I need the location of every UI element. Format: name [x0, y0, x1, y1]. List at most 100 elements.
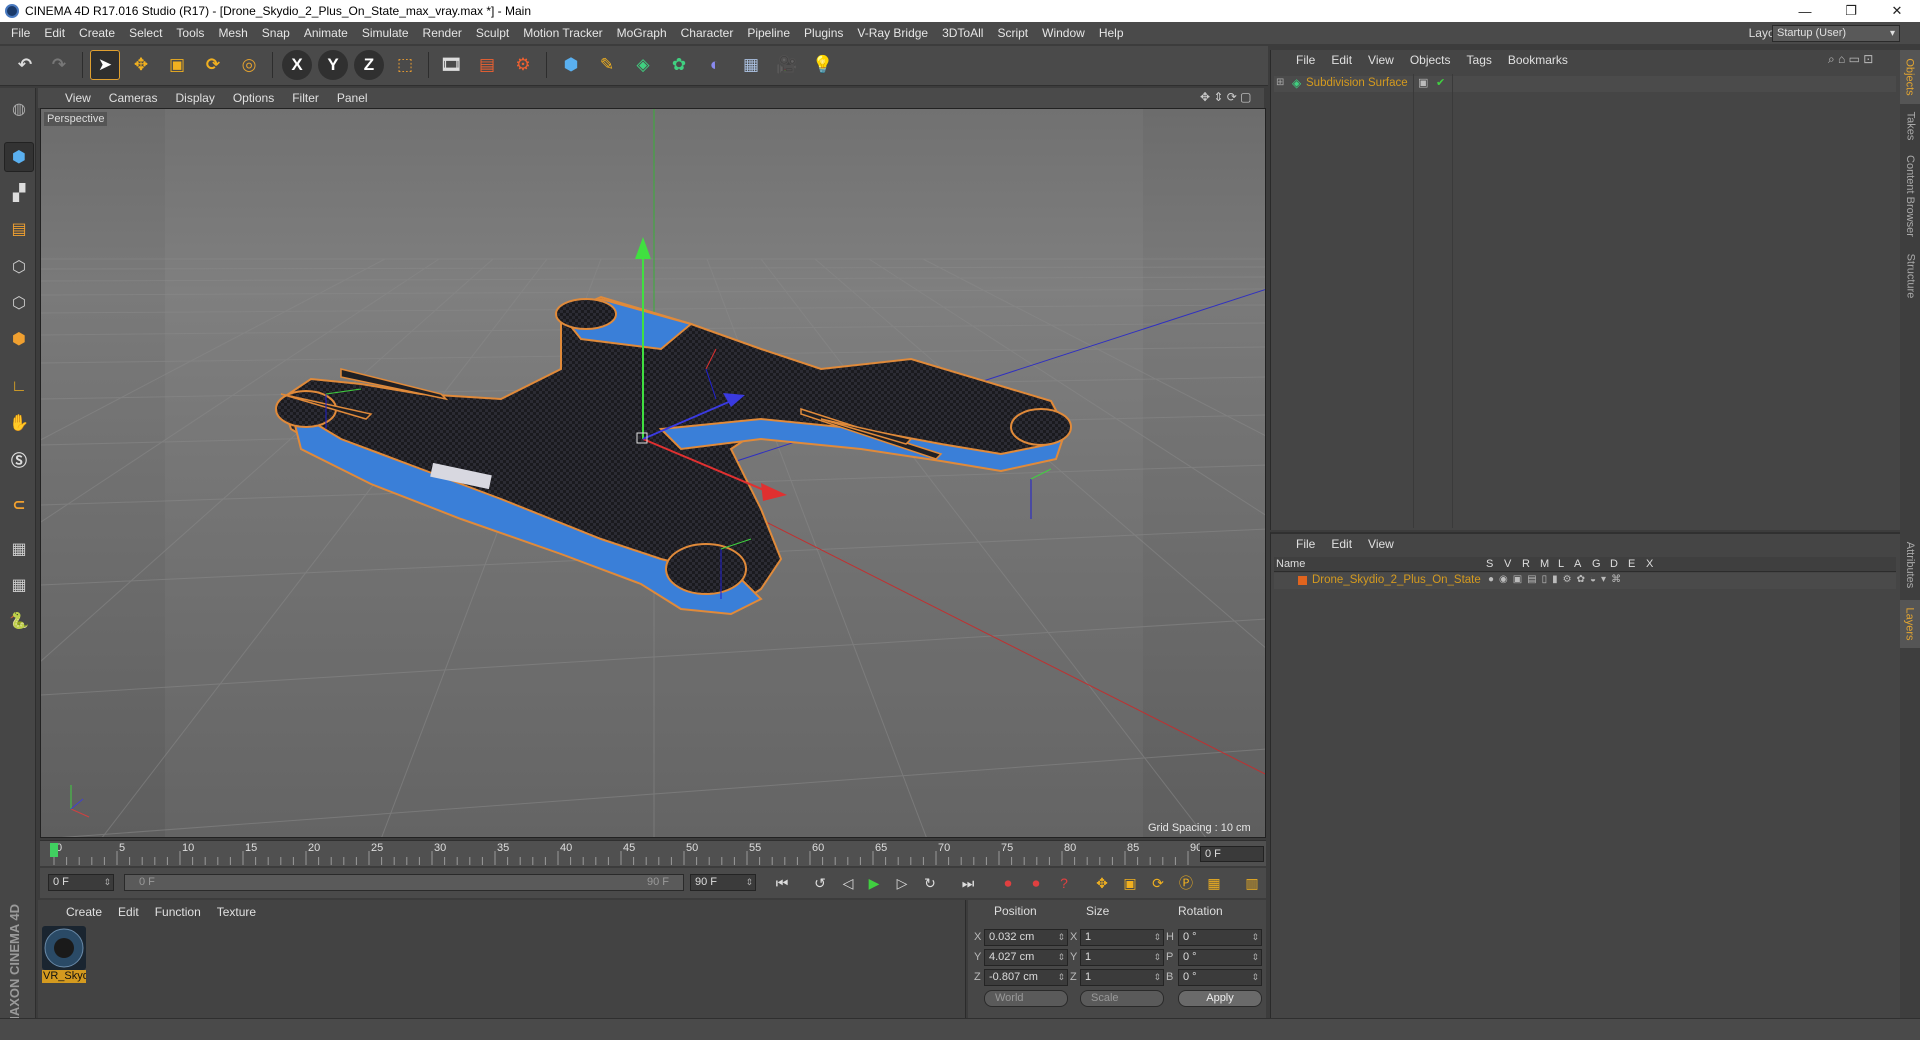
- pos-x-field[interactable]: 0.032 cm: [984, 929, 1068, 946]
- menu-3dtoall[interactable]: 3DToAll: [935, 26, 990, 40]
- close-button[interactable]: ✕: [1874, 0, 1920, 22]
- cube-icon[interactable]: ⬢: [556, 50, 586, 80]
- previous-frame-icon[interactable]: ◁: [836, 872, 860, 894]
- go-to-end-icon[interactable]: ⏭: [956, 872, 980, 894]
- cloner-icon[interactable]: ✿: [664, 50, 694, 80]
- python-icon[interactable]: 🐍: [4, 606, 34, 636]
- tweak-mode-icon[interactable]: ✋: [4, 408, 34, 438]
- menu-snap[interactable]: Snap: [255, 26, 297, 40]
- object-menu-objects[interactable]: Objects: [1402, 53, 1459, 67]
- x-axis-icon[interactable]: X: [282, 50, 312, 80]
- pos-y-field[interactable]: 4.027 cm: [984, 949, 1068, 966]
- floor-icon[interactable]: ▦: [736, 50, 766, 80]
- menu-help[interactable]: Help: [1092, 26, 1131, 40]
- tab-takes[interactable]: Takes: [1900, 106, 1920, 146]
- menu-file[interactable]: File: [4, 26, 37, 40]
- position-key-icon[interactable]: ✥: [1090, 872, 1114, 894]
- timeline-ruler[interactable]: 0 5 10 15 20 25 30 35 40 45 50 55 60 65 70 75 80 85 90: [40, 840, 1266, 866]
- render-picture-viewer-icon[interactable]: ▤: [472, 50, 502, 80]
- pen-icon[interactable]: ✎: [592, 50, 622, 80]
- autokey-icon[interactable]: ⏺: [1024, 872, 1048, 894]
- render-settings-icon[interactable]: ⚙: [508, 50, 538, 80]
- layer-toggle-icons[interactable]: ●◉▣▤▯▮⚙✿◒▾⌘: [1488, 574, 1626, 585]
- tab-objects[interactable]: Objects: [1900, 50, 1920, 104]
- playhead[interactable]: [50, 843, 58, 857]
- axis-mode-icon[interactable]: ∟: [4, 372, 34, 402]
- keyframe-selection-icon[interactable]: ?: [1052, 872, 1076, 894]
- object-menu-tags[interactable]: Tags: [1459, 53, 1500, 67]
- redo-icon[interactable]: ↷: [44, 50, 74, 80]
- material-menu-create[interactable]: Create: [58, 905, 110, 919]
- polygons-mode-icon[interactable]: ⬢: [4, 324, 34, 354]
- viewport-menu-view[interactable]: View: [56, 91, 100, 105]
- rot-b-field[interactable]: 0 °: [1178, 969, 1262, 986]
- material-name-label[interactable]: VR_Skyd: [42, 970, 86, 983]
- rotation-key-icon[interactable]: ⟳: [1146, 872, 1170, 894]
- viewport-nav-icons[interactable]: ✥ ⇕ ⟳ ▢: [1200, 90, 1252, 104]
- material-menu-edit[interactable]: Edit: [110, 905, 147, 919]
- expand-icon[interactable]: ⊞: [1276, 77, 1284, 88]
- visibility-toggle-icon[interactable]: ▣: [1418, 76, 1428, 89]
- workplane-icon[interactable]: ▤: [4, 214, 34, 244]
- menu-simulate[interactable]: Simulate: [355, 26, 416, 40]
- points-mode-icon[interactable]: ⬡: [4, 252, 34, 282]
- z-axis-icon[interactable]: Z: [354, 50, 384, 80]
- menu-vray-bridge[interactable]: V-Ray Bridge: [850, 26, 935, 40]
- rot-h-field[interactable]: 0 °: [1178, 929, 1262, 946]
- deformer-icon[interactable]: ◐: [700, 50, 730, 80]
- menu-plugins[interactable]: Plugins: [797, 26, 850, 40]
- minimize-button[interactable]: —: [1782, 0, 1828, 22]
- tab-content-browser[interactable]: Content Browser: [1900, 148, 1920, 244]
- tab-attributes[interactable]: Attributes: [1900, 532, 1920, 598]
- end-frame-field[interactable]: 90 F: [690, 874, 756, 891]
- select-arrow-icon[interactable]: ➤: [90, 50, 120, 80]
- size-mode-select[interactable]: Scale: [1080, 990, 1164, 1007]
- menu-character[interactable]: Character: [674, 26, 741, 40]
- layer-menu-edit[interactable]: Edit: [1323, 537, 1360, 551]
- coordinate-mode-select[interactable]: World: [984, 990, 1068, 1007]
- material-menu-function[interactable]: Function: [147, 905, 209, 919]
- menu-animate[interactable]: Animate: [297, 26, 355, 40]
- menu-motion-tracker[interactable]: Motion Tracker: [516, 26, 609, 40]
- pos-z-field[interactable]: -0.807 cm: [984, 969, 1068, 986]
- size-x-field[interactable]: 1: [1080, 929, 1164, 946]
- size-z-field[interactable]: 1: [1080, 969, 1164, 986]
- light-icon[interactable]: 💡: [808, 50, 838, 80]
- object-name[interactable]: Subdivision Surface: [1306, 77, 1408, 89]
- menu-tools[interactable]: Tools: [169, 26, 211, 40]
- go-to-start-icon[interactable]: ⏮: [770, 872, 794, 894]
- restore-button[interactable]: ❐: [1828, 0, 1874, 22]
- menu-render[interactable]: Render: [416, 26, 469, 40]
- layer-menu-view[interactable]: View: [1360, 537, 1402, 551]
- camera-icon[interactable]: 🎥: [772, 50, 802, 80]
- menu-sculpt[interactable]: Sculpt: [469, 26, 516, 40]
- menu-mesh[interactable]: Mesh: [211, 26, 254, 40]
- pla-key-icon[interactable]: ▦: [1202, 872, 1226, 894]
- viewport-menu-cameras[interactable]: Cameras: [100, 91, 167, 105]
- col-render[interactable]: R: [1522, 558, 1530, 570]
- object-menu-edit[interactable]: Edit: [1323, 53, 1360, 67]
- material-thumbnail[interactable]: [42, 926, 86, 970]
- render-view-icon[interactable]: 🎞: [436, 50, 466, 80]
- scale-icon[interactable]: ▣: [162, 50, 192, 80]
- previous-key-icon[interactable]: ↺: [808, 872, 832, 894]
- play-icon[interactable]: ▶: [862, 872, 886, 894]
- menu-create[interactable]: Create: [72, 26, 122, 40]
- tab-layers[interactable]: Layers: [1900, 600, 1920, 648]
- layer-menu-file[interactable]: File: [1288, 537, 1323, 551]
- live-select-icon[interactable]: ◎: [234, 50, 264, 80]
- size-y-field[interactable]: 1: [1080, 949, 1164, 966]
- coordinate-system-icon[interactable]: ⬚: [390, 50, 420, 80]
- rot-p-field[interactable]: 0 °: [1178, 949, 1262, 966]
- magnet-icon[interactable]: ⊂: [4, 490, 34, 520]
- undo-icon[interactable]: ↶: [10, 50, 40, 80]
- next-frame-icon[interactable]: ▷: [890, 872, 914, 894]
- material-menu-texture[interactable]: Texture: [209, 905, 264, 919]
- menu-window[interactable]: Window: [1035, 26, 1092, 40]
- scale-key-icon[interactable]: ▣: [1118, 872, 1142, 894]
- col-deformers[interactable]: D: [1610, 558, 1618, 570]
- object-menu-view[interactable]: View: [1360, 53, 1402, 67]
- object-menu-bookmarks[interactable]: Bookmarks: [1500, 53, 1576, 67]
- perspective-viewport[interactable]: [40, 108, 1266, 838]
- subdivision-icon[interactable]: ◈: [628, 50, 658, 80]
